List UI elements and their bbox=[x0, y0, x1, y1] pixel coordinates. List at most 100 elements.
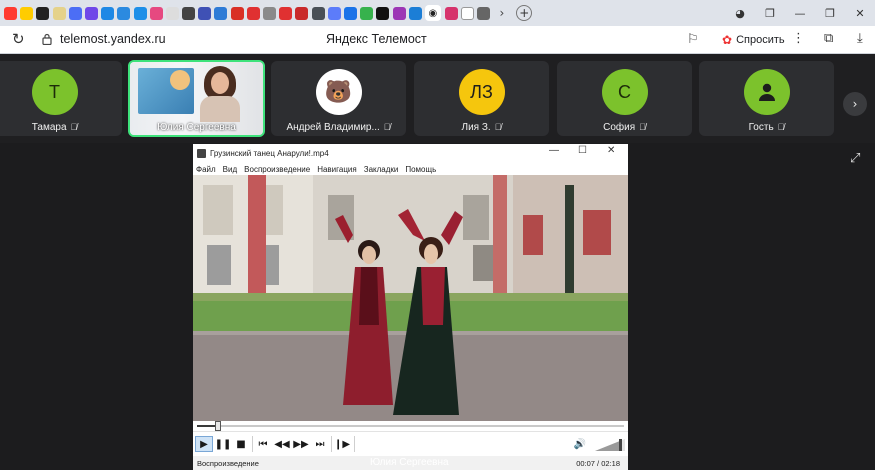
seek-bar[interactable] bbox=[193, 421, 628, 431]
tab-favicon[interactable] bbox=[230, 6, 244, 20]
tab-favicon[interactable] bbox=[263, 6, 276, 20]
dance-video-frame bbox=[193, 175, 628, 421]
tab-favicon[interactable] bbox=[101, 6, 115, 20]
tab-favicon[interactable] bbox=[52, 6, 66, 20]
tab-favicon[interactable] bbox=[311, 6, 325, 20]
tab-favicon[interactable] bbox=[214, 6, 228, 20]
tab-favicon[interactable] bbox=[68, 6, 82, 20]
tab-favicon[interactable] bbox=[477, 6, 491, 20]
maximize-icon[interactable]: ☐ bbox=[578, 145, 587, 156]
participant-tile[interactable]: С София 🎙̸ bbox=[557, 61, 692, 136]
menu-playback[interactable]: Воспроизведение bbox=[244, 165, 310, 174]
player-menu-bar: Файл Вид Воспроизведение Навигация Закла… bbox=[193, 163, 628, 175]
tab-favicon[interactable] bbox=[246, 6, 260, 20]
tab-favicon[interactable] bbox=[376, 6, 390, 20]
lock-icon[interactable] bbox=[42, 33, 52, 45]
next-participants-button[interactable]: › bbox=[843, 92, 867, 116]
tab-favicon[interactable] bbox=[198, 6, 212, 20]
stop-button[interactable]: ■ bbox=[233, 436, 249, 452]
presenter-name: Юлия Сергеевна bbox=[370, 457, 449, 468]
close-icon[interactable]: ✕ bbox=[607, 145, 615, 156]
url-field[interactable]: telemost.yandex.ru bbox=[60, 32, 166, 46]
tab-favicon[interactable] bbox=[392, 6, 406, 20]
participant-tile-video[interactable]: Юлия Сергеевна bbox=[128, 60, 265, 137]
active-tab[interactable]: ◉ bbox=[424, 5, 441, 21]
ask-label: Спросить bbox=[736, 34, 785, 46]
participant-tile[interactable]: Т Тамара 🎙̸ bbox=[0, 61, 122, 136]
tab-favicon[interactable] bbox=[20, 6, 34, 20]
participant-tile[interactable]: ЛЗ Лия З. 🎙̸ bbox=[414, 61, 549, 136]
menu-help[interactable]: Помощь bbox=[405, 165, 436, 174]
participant-tile[interactable]: Гость 🎙̸ bbox=[699, 61, 834, 136]
tab-favicon[interactable] bbox=[117, 6, 131, 20]
browser-tab-strip: ◉ › + ◕ ❐ — ❐ ✕ bbox=[0, 0, 875, 26]
participant-tile[interactable]: 🐻 Андрей Владимир... 🎙̸ bbox=[271, 61, 406, 136]
fast-forward-button[interactable]: ▶▶ bbox=[293, 436, 309, 452]
previous-button[interactable]: ⏮ bbox=[255, 436, 271, 452]
playback-status: Воспроизведение bbox=[197, 459, 259, 468]
minimize-icon[interactable]: — bbox=[785, 7, 815, 20]
tab-favicon[interactable] bbox=[444, 6, 458, 20]
participant-video bbox=[200, 66, 240, 122]
menu-navigation[interactable]: Навигация bbox=[317, 165, 357, 174]
tab-favicon[interactable] bbox=[84, 6, 98, 20]
skip-forward-icon: ⏭ bbox=[315, 438, 325, 450]
person-icon bbox=[743, 69, 790, 115]
bookmark-icon[interactable]: ⚐ bbox=[687, 32, 699, 47]
seek-handle[interactable] bbox=[215, 421, 222, 431]
volume-slider[interactable] bbox=[595, 439, 625, 451]
avatar: Т bbox=[31, 69, 78, 115]
tab-favicon[interactable] bbox=[279, 6, 293, 20]
tab-favicon[interactable] bbox=[149, 6, 163, 20]
rewind-icon: ◀◀ bbox=[274, 438, 290, 450]
tab-favicon[interactable] bbox=[182, 6, 196, 20]
pause-button[interactable]: ❚❚ bbox=[215, 436, 232, 452]
menu-view[interactable]: Вид bbox=[223, 165, 237, 174]
next-button[interactable]: ⏭ bbox=[312, 436, 328, 452]
tab-favicon[interactable] bbox=[343, 6, 357, 20]
profile-icon[interactable]: ◕ bbox=[725, 7, 755, 20]
tab-favicon[interactable] bbox=[327, 6, 341, 20]
play-button[interactable]: ▶ bbox=[195, 436, 213, 452]
participant-name: Юлия Сергеевна bbox=[157, 122, 236, 133]
tab-favicon[interactable] bbox=[165, 6, 179, 20]
player-controls: ▶ ❚❚ ■ ⏮ ◀◀ ▶▶ ⏭ ❙▶ 🔊 bbox=[193, 431, 628, 456]
mic-off-icon: 🎙̸ bbox=[639, 122, 646, 132]
tab-favicons bbox=[4, 6, 425, 20]
fullscreen-icon[interactable]: ⤢ bbox=[850, 151, 860, 166]
chevron-right-icon: › bbox=[852, 97, 858, 111]
collections-icon[interactable]: ❐ bbox=[755, 7, 785, 20]
video-frame[interactable] bbox=[193, 175, 628, 421]
fast-forward-icon: ▶▶ bbox=[293, 438, 309, 450]
close-icon[interactable]: ✕ bbox=[845, 7, 875, 20]
player-app-icon bbox=[197, 149, 206, 158]
tab-favicon[interactable] bbox=[461, 6, 475, 20]
tab-favicon[interactable] bbox=[36, 6, 50, 20]
seek-track bbox=[197, 425, 624, 427]
restore-icon[interactable]: ❐ bbox=[815, 7, 845, 20]
menu-dots-icon[interactable]: ⋮ bbox=[792, 31, 805, 46]
tab-favicon[interactable] bbox=[360, 6, 374, 20]
download-icon[interactable]: ⤓ bbox=[857, 31, 863, 46]
menu-bookmarks[interactable]: Закладки bbox=[364, 165, 399, 174]
mic-off-icon: 🎙̸ bbox=[383, 122, 391, 132]
ask-button[interactable]: ✿ Спросить bbox=[716, 31, 791, 49]
participant-name: София 🎙̸ bbox=[603, 122, 646, 133]
tab-favicon[interactable] bbox=[408, 6, 422, 20]
new-tab-button[interactable]: + bbox=[516, 5, 533, 21]
tab-scroll-right-icon[interactable]: › bbox=[499, 6, 504, 20]
stop-icon: ■ bbox=[236, 438, 246, 450]
minimize-icon[interactable]: — bbox=[549, 145, 559, 156]
avatar: ЛЗ bbox=[458, 69, 505, 115]
sidebar-icon[interactable]: ⧉ bbox=[824, 31, 833, 46]
background-emblem bbox=[170, 70, 190, 90]
tab-favicon[interactable] bbox=[295, 6, 309, 20]
frame-step-button[interactable]: ❙▶ bbox=[334, 436, 350, 452]
mic-off-icon: 🎙̸ bbox=[777, 122, 785, 132]
reload-icon[interactable]: ↻ bbox=[12, 30, 25, 48]
tab-favicon[interactable] bbox=[133, 6, 147, 20]
tab-favicon[interactable] bbox=[4, 6, 17, 20]
menu-file[interactable]: Файл bbox=[196, 165, 216, 174]
volume-button[interactable]: 🔊 bbox=[571, 436, 589, 452]
rewind-button[interactable]: ◀◀ bbox=[274, 436, 290, 452]
